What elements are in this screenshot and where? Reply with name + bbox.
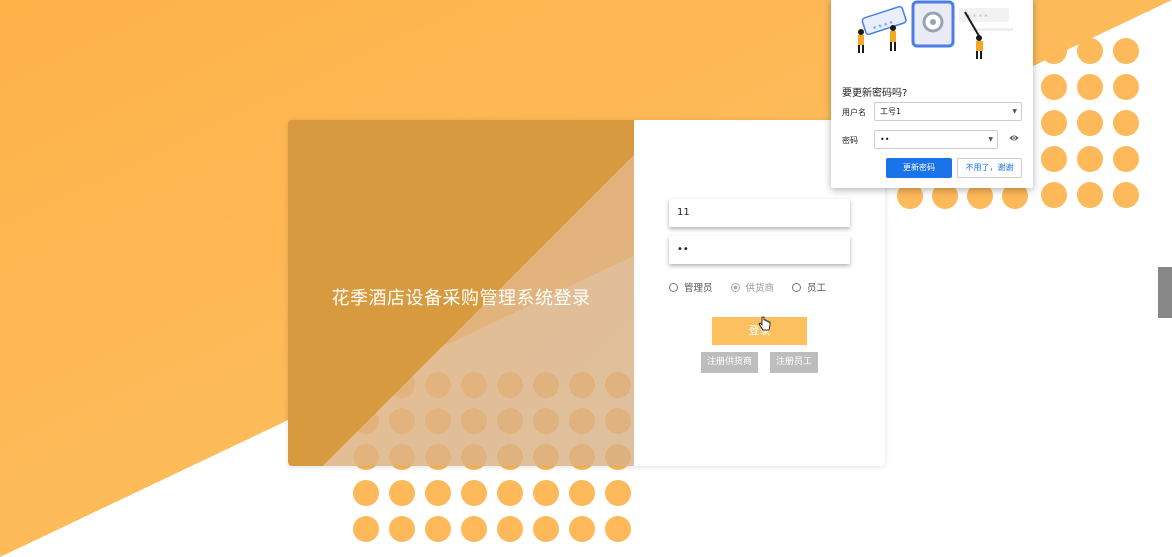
dropdown-caret-icon: ▼ [988, 136, 993, 143]
role-radio-supplier[interactable]: 供货商 [730, 280, 775, 294]
decorative-dots-right [1041, 38, 1139, 208]
scrollbar-thumb[interactable] [1158, 267, 1172, 318]
username-input[interactable]: 11 [669, 199, 850, 227]
role-radio-admin[interactable]: 管理员 [669, 280, 713, 294]
system-title: 花季酒店设备采购管理系统登录 [331, 288, 591, 309]
login-card-banner: 花季酒店设备采购管理系统登录 [288, 120, 634, 466]
popup-title: 要更新密码吗? [842, 88, 908, 99]
role-label: 供货商 [745, 283, 775, 294]
watermark: CSDN @艺馨程序设计 [948, 529, 1132, 550]
popup-username-label: 用户名 [842, 108, 866, 117]
radio-circle-icon [792, 282, 802, 292]
register-staff-button[interactable]: 注册员工 [770, 352, 818, 373]
popup-username-select[interactable]: 工号1 ▼ [874, 102, 1022, 121]
dropdown-caret-icon: ▼ [1012, 108, 1017, 115]
update-password-button[interactable]: 更新密码 [886, 158, 952, 178]
role-label: 员工 [807, 283, 827, 294]
role-radio-staff[interactable]: 员工 [792, 280, 826, 294]
save-password-popup: * * * * * * * * 要更新密码吗? 用户名 工号1 ▼ 密码 •• … [831, 0, 1033, 188]
hand-cursor-icon [758, 316, 771, 331]
decline-button[interactable]: 不用了，谢谢 [957, 158, 1022, 178]
radio-circle-icon [669, 282, 678, 292]
login-card: 花季酒店设备采购管理系统登录 11 •• 管理员 供货商 员工 登录 注册供货商… [288, 120, 885, 466]
radio-checked-icon [730, 282, 740, 292]
role-radio-group: 管理员 供货商 员工 [669, 280, 844, 294]
popup-password-value: •• [880, 135, 890, 144]
password-input[interactable]: •• [669, 236, 850, 264]
popup-password-label: 密码 [842, 136, 858, 145]
eye-icon[interactable] [1009, 133, 1019, 143]
popup-password-select[interactable]: •• ▼ [874, 130, 998, 149]
popup-username-value: 工号1 [880, 107, 902, 116]
role-label: 管理员 [684, 283, 713, 294]
password-illustration-icon: * * * * * * * * [858, 0, 1013, 59]
register-supplier-button[interactable]: 注册供货商 [701, 352, 758, 373]
